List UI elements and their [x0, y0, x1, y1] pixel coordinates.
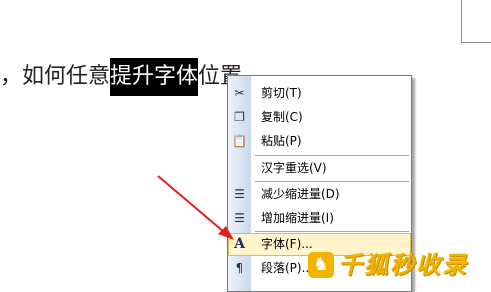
menu-item-increase-indent-label: 增加缩进量(I): [261, 211, 334, 225]
selected-text[interactable]: 提升字体: [110, 58, 199, 96]
menu-separator: [255, 155, 409, 156]
menu-item-cut-label: 剪切(T): [261, 86, 302, 100]
menu-separator: [255, 231, 409, 232]
menu-item-cut[interactable]: ✂ 剪切(T): [228, 82, 411, 105]
watermark-logo-icon: ♞: [308, 252, 334, 278]
watermark-text: 千狐秒收录: [338, 251, 468, 279]
document-text-before: ，如何任意: [0, 64, 111, 89]
menu-item-paste-label: 粘贴(P): [261, 134, 302, 148]
menu-item-decrease-indent-label: 减少缩进量(D): [261, 187, 340, 201]
decrease-indent-icon: ☰: [234, 187, 245, 201]
menu-item-paragraph-label: 段落(P)...: [261, 261, 314, 275]
menu-item-reconvert[interactable]: 汉字重选(V): [228, 157, 411, 180]
menu-item-increase-indent[interactable]: ☰ 增加缩进量(I): [228, 207, 411, 230]
menu-item-reconvert-label: 汉字重选(V): [261, 161, 327, 175]
font-icon: A: [234, 236, 245, 252]
scissors-icon: ✂: [234, 86, 245, 100]
increase-indent-icon: ☰: [234, 211, 245, 225]
copy-icon: ❐: [234, 110, 245, 124]
document-text-line: ，如何任意提升字体位置: [0, 58, 242, 96]
menu-item-copy[interactable]: ❐ 复制(C): [228, 106, 411, 129]
menu-item-paste[interactable]: 📋 粘贴(P): [228, 130, 411, 153]
menu-item-copy-label: 复制(C): [261, 110, 303, 124]
paragraph-icon: ¶: [235, 261, 244, 275]
menu-item-decrease-indent[interactable]: ☰ 减少缩进量(D): [228, 183, 411, 206]
menu-item-font-label: 字体(F)...: [261, 237, 313, 251]
page-corner-mark-horizontal: [461, 42, 491, 43]
arrow-shaft: [157, 175, 225, 233]
menu-separator: [255, 181, 409, 182]
paste-icon: 📋: [232, 134, 247, 148]
page-corner-mark-vertical: [461, 0, 462, 42]
